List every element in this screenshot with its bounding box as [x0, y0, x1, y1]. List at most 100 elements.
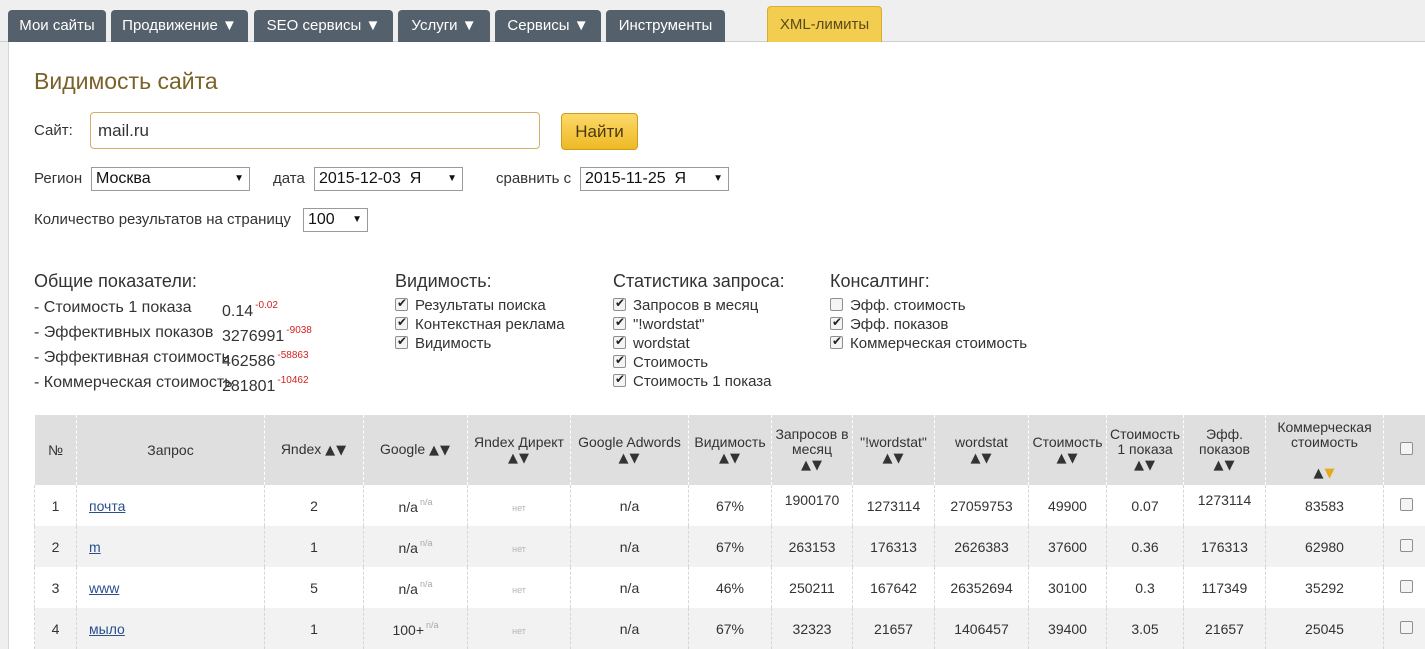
- checkbox[interactable]: [613, 334, 626, 349]
- checkbox[interactable]: [613, 353, 626, 368]
- col-visibility[interactable]: Видимость ▲▼: [688, 415, 772, 485]
- col-select-all[interactable]: [1383, 415, 1425, 485]
- site-input[interactable]: [90, 112, 540, 149]
- cell-commercial: 62980: [1265, 526, 1384, 567]
- cell-eff-shows: 176313: [1183, 526, 1266, 567]
- cell-wordstat: 27059753: [934, 485, 1029, 526]
- region-select[interactable]: Москва ▼: [91, 167, 250, 191]
- cell-requests: 1900170: [771, 485, 853, 526]
- tab-promotion[interactable]: Продвижение ▼: [111, 10, 248, 42]
- col-adwords[interactable]: Google Adwords ▲▼: [570, 415, 689, 485]
- top-navigation: Мои сайты Продвижение ▼ SEO сервисы ▼ Ус…: [0, 0, 1425, 42]
- cell-requests: 250211: [771, 567, 853, 608]
- col-eff-shows[interactable]: Эфф. показов ▲▼: [1183, 415, 1266, 485]
- col-requests[interactable]: Запросов в месяц ▲▼: [771, 415, 853, 485]
- cell-select[interactable]: [1383, 567, 1425, 608]
- visibility-option-search[interactable]: Результаты поиска: [395, 296, 546, 314]
- query-link[interactable]: m: [89, 539, 101, 555]
- table-row: 2 m 1 n/a n/a нет n/a 67% 263153 176313 2626383 376…: [34, 526, 1425, 567]
- col-commercial[interactable]: Коммерческая стоимость ▲▼: [1265, 415, 1384, 485]
- cell-adwords: n/a: [570, 526, 689, 567]
- checkbox[interactable]: [613, 296, 626, 311]
- tab-xml-limits[interactable]: XML-лимиты: [767, 6, 882, 42]
- stats-option-requests[interactable]: Запросов в месяц: [613, 296, 758, 314]
- cell-google: n/a n/a: [363, 526, 468, 567]
- stats-option-cost-per-show[interactable]: Стоимость 1 показа: [613, 372, 772, 390]
- query-link[interactable]: www: [89, 580, 119, 596]
- sort-arrows-icon: ▲▼: [719, 450, 741, 466]
- cell-select[interactable]: [1383, 485, 1425, 526]
- consulting-option-eff-cost[interactable]: Эфф. стоимость: [830, 297, 966, 314]
- checkbox[interactable]: [395, 296, 408, 311]
- sort-arrows-icon: ▲▼: [882, 450, 905, 466]
- tab-seo-services[interactable]: SEO сервисы ▼: [254, 10, 393, 42]
- cell-wordstat-exact: 1273114: [852, 485, 935, 526]
- date-label: дата: [273, 170, 305, 187]
- cell-google-delta: n/a: [419, 537, 433, 548]
- table-header-row: № Запрос Яndex ▲▼ Google ▲▼ Яndex Директ…: [34, 415, 1425, 485]
- query-link[interactable]: почта: [89, 498, 125, 514]
- checkbox[interactable]: [395, 315, 408, 330]
- tab-tools[interactable]: Инструменты: [606, 10, 725, 42]
- col-cost[interactable]: Стоимость ▲▼: [1028, 415, 1107, 485]
- cell-query: мыло: [76, 608, 265, 649]
- stats-option-wordstat-exact[interactable]: "!wordstat": [613, 315, 705, 333]
- col-wordstat[interactable]: wordstat ▲▼: [934, 415, 1029, 485]
- row-checkbox[interactable]: [1400, 579, 1414, 593]
- compare-date-select[interactable]: 2015-11-25 Я ▼: [580, 167, 729, 191]
- cell-direct: нет: [467, 608, 571, 649]
- date-select[interactable]: 2015-12-03 Я ▼: [314, 167, 463, 191]
- cell-cost-per-show: 3.05: [1106, 608, 1184, 649]
- cell-adwords: n/a: [570, 567, 689, 608]
- consulting-option-eff-shows[interactable]: Эфф. показов: [830, 315, 948, 333]
- checkbox[interactable]: [830, 334, 843, 349]
- stats-option-wordstat[interactable]: wordstat: [613, 334, 690, 352]
- cell-visibility: 67%: [688, 526, 772, 567]
- col-cost-per-show[interactable]: Стоимость 1 показа ▲▼: [1106, 415, 1184, 485]
- cell-wordstat-exact: 176313: [852, 526, 935, 567]
- checkbox[interactable]: [613, 372, 626, 387]
- cell-num: 2: [34, 526, 77, 567]
- dropdown-arrow-icon: ▼: [352, 214, 362, 225]
- select-all-checkbox[interactable]: [1400, 442, 1414, 455]
- col-yandex[interactable]: Яndex ▲▼: [264, 415, 364, 485]
- find-button[interactable]: Найти: [561, 113, 638, 150]
- col-direct[interactable]: Яndex Директ ▲▼: [467, 415, 571, 485]
- visibility-option-context[interactable]: Контекстная реклама: [395, 315, 565, 333]
- col-wordstat-exact[interactable]: "!wordstat" ▲▼: [852, 415, 935, 485]
- cell-query: m: [76, 526, 265, 567]
- cell-adwords: n/a: [570, 608, 689, 649]
- col-google[interactable]: Google ▲▼: [363, 415, 468, 485]
- cell-direct: нет: [467, 567, 571, 608]
- per-page-select[interactable]: 100 ▼: [303, 208, 368, 232]
- cell-commercial: 25045: [1265, 608, 1384, 649]
- cell-cost: 30100: [1028, 567, 1107, 608]
- checkbox[interactable]: [830, 298, 843, 311]
- cell-direct: нет: [467, 485, 571, 526]
- cell-cost-per-show: 0.3: [1106, 567, 1184, 608]
- visibility-option-visibility[interactable]: Видимость: [395, 334, 491, 352]
- stat-value-effective-cost: 462586 -58863: [222, 350, 309, 370]
- query-link[interactable]: мыло: [89, 621, 125, 637]
- cell-select[interactable]: [1383, 526, 1425, 567]
- cell-select[interactable]: [1383, 608, 1425, 649]
- cell-google-delta: n/a: [419, 578, 433, 589]
- main-panel: Видимость сайта Сайт: Найти Регион Москв…: [8, 42, 1425, 649]
- stat-label-effective-shows: - Эффективных показов: [34, 324, 214, 341]
- checkbox[interactable]: [613, 315, 626, 330]
- checkbox[interactable]: [395, 334, 408, 349]
- row-checkbox[interactable]: [1400, 538, 1414, 552]
- tab-my-sites[interactable]: Мои сайты: [8, 10, 106, 42]
- tab-services-paid[interactable]: Услуги ▼: [398, 10, 490, 42]
- region-value: Москва: [96, 170, 151, 187]
- region-label: Регион: [34, 170, 83, 187]
- sort-arrows-icon: ▲▼: [508, 450, 530, 466]
- stats-option-cost[interactable]: Стоимость: [613, 353, 708, 371]
- consulting-option-commercial[interactable]: Коммерческая стоимость: [830, 334, 1027, 352]
- cell-wordstat-exact: 167642: [852, 567, 935, 608]
- sort-arrows-icon: ▲▼: [618, 450, 641, 466]
- row-checkbox[interactable]: [1400, 497, 1414, 511]
- row-checkbox[interactable]: [1400, 620, 1414, 634]
- checkbox[interactable]: [830, 315, 843, 330]
- tab-services[interactable]: Сервисы ▼: [495, 10, 601, 42]
